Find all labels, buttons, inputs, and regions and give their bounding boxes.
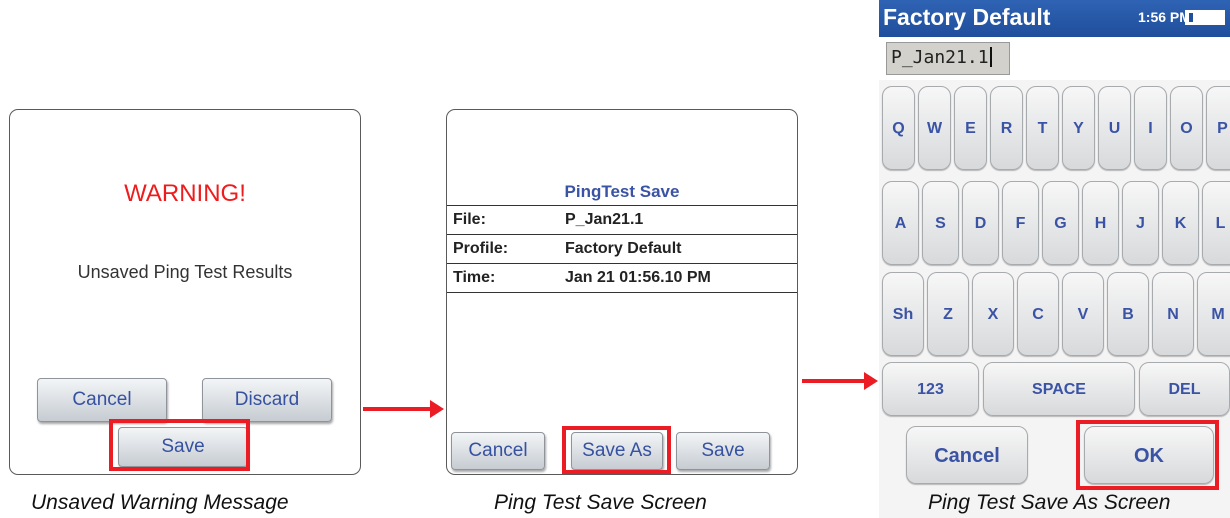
- key-n[interactable]: N: [1152, 272, 1194, 356]
- key-b[interactable]: B: [1107, 272, 1149, 356]
- caption-warning: Unsaved Warning Message: [31, 491, 289, 514]
- flow-arrow-1-line: [363, 407, 433, 411]
- save-highlight-box: [109, 419, 250, 471]
- key-123[interactable]: 123: [882, 362, 979, 416]
- key-g[interactable]: G: [1042, 181, 1079, 265]
- discard-button[interactable]: Discard: [202, 378, 332, 422]
- cancel-button[interactable]: Cancel: [37, 378, 167, 422]
- key-c[interactable]: C: [1017, 272, 1059, 356]
- file-value: P_Jan21.1: [565, 211, 644, 228]
- key-p[interactable]: P: [1206, 86, 1230, 170]
- cancel-button[interactable]: Cancel: [451, 432, 545, 470]
- key-a[interactable]: A: [882, 181, 919, 265]
- time-value: Jan 21 01:56.10 PM: [565, 269, 711, 286]
- flow-arrow-2-head: [864, 372, 878, 390]
- cancel-button[interactable]: Cancel: [906, 426, 1028, 484]
- warning-dialog: WARNING! Unsaved Ping Test Results Cance…: [9, 109, 361, 475]
- key-y[interactable]: Y: [1062, 86, 1095, 170]
- key-k[interactable]: K: [1162, 181, 1199, 265]
- battery-icon: [1185, 10, 1225, 25]
- text-caret: [989, 47, 992, 67]
- flow-arrow-1-head: [430, 400, 444, 418]
- key-x[interactable]: X: [972, 272, 1014, 356]
- key-r[interactable]: R: [990, 86, 1023, 170]
- flow-arrow-2-line: [802, 379, 866, 383]
- key-space[interactable]: SPACE: [983, 362, 1135, 416]
- key-w[interactable]: W: [918, 86, 951, 170]
- key-f[interactable]: F: [1002, 181, 1039, 265]
- warning-title: WARNING!: [124, 180, 246, 207]
- filename-value: P_Jan21.1: [891, 47, 989, 68]
- key-m[interactable]: M: [1197, 272, 1230, 356]
- key-v[interactable]: V: [1062, 272, 1104, 356]
- key-o[interactable]: O: [1170, 86, 1203, 170]
- save-title: PingTest Save: [564, 182, 680, 201]
- file-label: File:: [453, 211, 486, 228]
- time-label: Time:: [453, 269, 496, 286]
- warning-message: Unsaved Ping Test Results: [77, 262, 293, 282]
- key-j[interactable]: J: [1122, 181, 1159, 265]
- key-d[interactable]: D: [962, 181, 999, 265]
- key-u[interactable]: U: [1098, 86, 1131, 170]
- key-i[interactable]: I: [1134, 86, 1167, 170]
- key-l[interactable]: L: [1202, 181, 1230, 265]
- key-q[interactable]: Q: [882, 86, 915, 170]
- profile-row: Profile: Factory Default: [447, 234, 797, 263]
- caption-save: Ping Test Save Screen: [494, 491, 707, 514]
- key-h[interactable]: H: [1082, 181, 1119, 265]
- key-e[interactable]: E: [954, 86, 987, 170]
- key-t[interactable]: T: [1026, 86, 1059, 170]
- key-sh[interactable]: Sh: [882, 272, 924, 356]
- filename-input[interactable]: P_Jan21.1: [886, 42, 1010, 75]
- key-z[interactable]: Z: [927, 272, 969, 356]
- profile-label: Profile:: [453, 240, 509, 257]
- header-title: Factory Default: [883, 4, 1051, 30]
- key-s[interactable]: S: [922, 181, 959, 265]
- key-del[interactable]: DEL: [1139, 362, 1230, 416]
- time-row: Time: Jan 21 01:56.10 PM: [447, 263, 797, 293]
- caption-save-as: Ping Test Save As Screen: [928, 491, 1171, 514]
- ok-highlight-box: [1076, 420, 1219, 490]
- clock: 1:56 PM: [1138, 9, 1191, 25]
- save-dialog: PingTest Save File: P_Jan21.1 Profile: F…: [446, 109, 798, 475]
- title-bar: Factory Default 1:56 PM: [879, 0, 1230, 37]
- save-as-screen: Factory Default 1:56 PM P_Jan21.1 123 SP…: [879, 0, 1230, 518]
- save-button[interactable]: Save: [676, 432, 770, 470]
- profile-value: Factory Default: [565, 240, 682, 257]
- file-row: File: P_Jan21.1: [447, 205, 797, 234]
- save-as-highlight-box: [562, 426, 671, 474]
